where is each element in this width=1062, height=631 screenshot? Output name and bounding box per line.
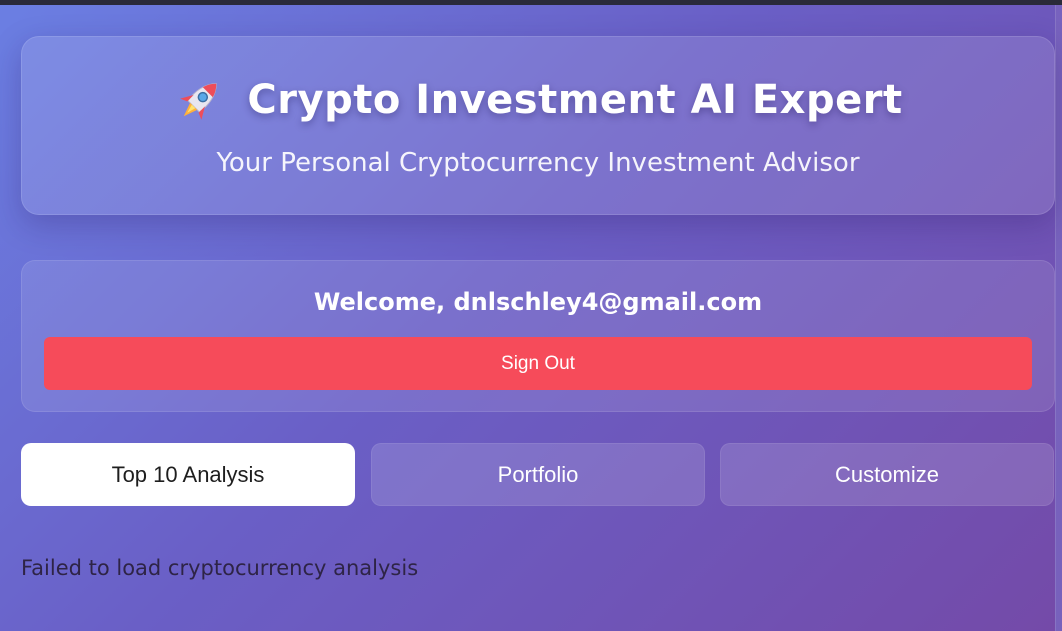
rocket-icon (173, 73, 227, 127)
page-subtitle: Your Personal Cryptocurrency Investment … (216, 148, 860, 178)
window-top-bar (0, 0, 1062, 5)
page-title: Crypto Investment AI Expert (247, 77, 903, 123)
tab-portfolio[interactable]: Portfolio (371, 443, 705, 506)
tab-top-10-analysis[interactable]: Top 10 Analysis (21, 443, 355, 506)
error-message: Failed to load cryptocurrency analysis (21, 556, 419, 580)
welcome-message: Welcome, dnlschley4@gmail.com (313, 288, 763, 316)
tab-customize[interactable]: Customize (720, 443, 1054, 506)
page-header: Crypto Investment AI Expert (0, 70, 1062, 130)
sign-out-button[interactable]: Sign Out (44, 337, 1032, 390)
